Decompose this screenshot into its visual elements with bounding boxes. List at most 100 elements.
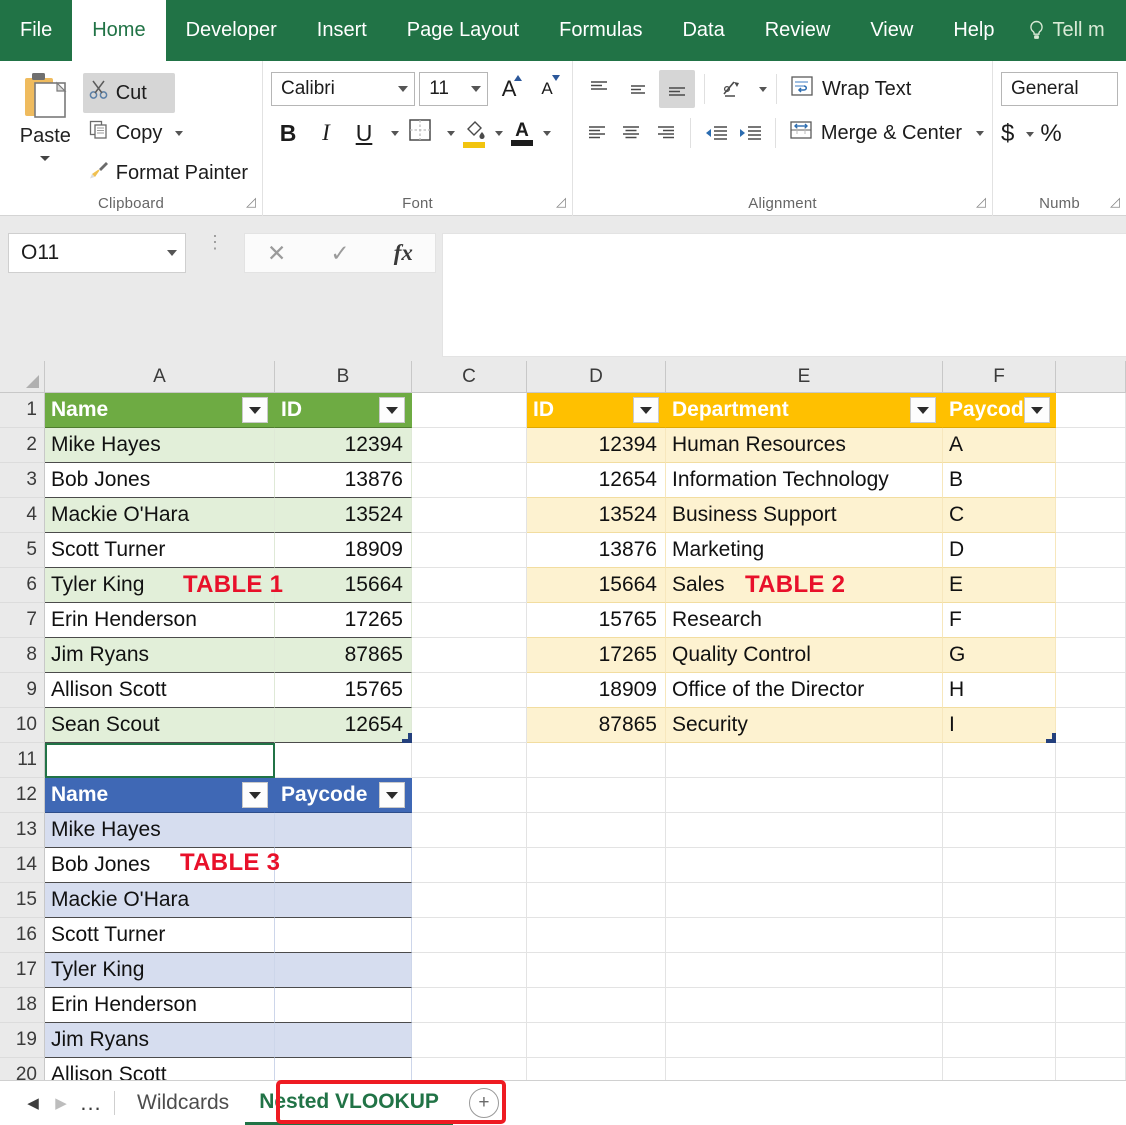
cell-C10[interactable] — [412, 708, 527, 743]
cell-G1[interactable] — [1056, 393, 1126, 428]
cell-D9[interactable]: 18909 — [527, 673, 666, 708]
row-header-4[interactable]: 4 — [0, 498, 45, 533]
cell-E5[interactable]: Marketing — [666, 533, 943, 568]
cell-D1[interactable]: ID — [527, 393, 666, 428]
filter-dropdown-button[interactable] — [633, 397, 659, 423]
cell-D17[interactable] — [527, 953, 666, 988]
italic-button[interactable]: I — [309, 114, 343, 152]
cell-D3[interactable]: 12654 — [527, 463, 666, 498]
cell-A16[interactable]: Scott Turner — [45, 918, 275, 953]
font-color-button[interactable]: A — [507, 115, 551, 151]
cell-C2[interactable] — [412, 428, 527, 463]
cell-F3[interactable]: B — [943, 463, 1056, 498]
cell-D4[interactable]: 13524 — [527, 498, 666, 533]
orientation-dropdown-icon[interactable] — [759, 86, 767, 92]
paste-button[interactable]: Paste — [8, 67, 83, 216]
merge-center-button[interactable]: Merge & Center — [785, 118, 985, 148]
filter-dropdown-button[interactable] — [379, 782, 405, 808]
ribbon-tab-file[interactable]: File — [0, 0, 72, 61]
cell-B9[interactable]: 15765 — [275, 673, 412, 708]
paste-dropdown-icon[interactable] — [40, 156, 51, 161]
cell-B1[interactable]: ID — [275, 393, 412, 428]
cell-C15[interactable] — [412, 883, 527, 918]
cell-A9[interactable]: Allison Scott — [45, 673, 275, 708]
cell-A8[interactable]: Jim Ryans — [45, 638, 275, 673]
align-right-button[interactable] — [650, 114, 681, 152]
merge-center-dropdown-icon[interactable] — [976, 130, 985, 136]
row-header-16[interactable]: 16 — [0, 918, 45, 953]
cell-B15[interactable] — [275, 883, 412, 918]
cell-A10[interactable]: Sean Scout — [45, 708, 275, 743]
cell-A13[interactable]: Mike Hayes — [45, 813, 275, 848]
ribbon-tab-formulas[interactable]: Formulas — [539, 0, 662, 61]
cell-D5[interactable]: 13876 — [527, 533, 666, 568]
underline-dropdown-icon[interactable] — [391, 130, 399, 136]
cell-G19[interactable] — [1056, 1023, 1126, 1058]
ribbon-tab-developer[interactable]: Developer — [166, 0, 297, 61]
cell-D15[interactable] — [527, 883, 666, 918]
table1-resize-handle[interactable] — [402, 733, 412, 743]
borders-dropdown-icon[interactable] — [447, 130, 455, 136]
align-bottom-button[interactable] — [659, 70, 695, 108]
cell-B11[interactable] — [275, 743, 412, 778]
cell-G2[interactable] — [1056, 428, 1126, 463]
row-header-17[interactable]: 17 — [0, 953, 45, 988]
cell-D12[interactable] — [527, 778, 666, 813]
font-dialog-launcher-icon[interactable]: ◿ — [556, 194, 566, 210]
previous-sheet-icon[interactable]: ◀ — [20, 1088, 46, 1118]
cell-F4[interactable]: C — [943, 498, 1056, 533]
font-color-dropdown-icon[interactable] — [543, 130, 551, 136]
filter-dropdown-button[interactable] — [910, 397, 936, 423]
cell-E13[interactable] — [666, 813, 943, 848]
cell-G11[interactable] — [1056, 743, 1126, 778]
cell-C11[interactable] — [412, 743, 527, 778]
filter-dropdown-button[interactable] — [242, 782, 268, 808]
cell-E12[interactable] — [666, 778, 943, 813]
cell-A6[interactable]: Tyler King — [45, 568, 275, 603]
row-header-14[interactable]: 14 — [0, 848, 45, 883]
row-header-12[interactable]: 12 — [0, 778, 45, 813]
cell-C13[interactable] — [412, 813, 527, 848]
cell-F8[interactable]: G — [943, 638, 1056, 673]
cell-F10[interactable]: I — [943, 708, 1056, 743]
cell-E10[interactable]: Security — [666, 708, 943, 743]
orientation-button[interactable] — [714, 70, 750, 108]
fill-color-button[interactable] — [459, 115, 503, 151]
cell-D6[interactable]: 15664 — [527, 568, 666, 603]
underline-button[interactable]: U — [347, 114, 381, 152]
cell-F12[interactable] — [943, 778, 1056, 813]
number-format-select[interactable]: General — [1001, 72, 1118, 106]
cell-B16[interactable] — [275, 918, 412, 953]
cell-A7[interactable]: Erin Henderson — [45, 603, 275, 638]
ribbon-tab-data[interactable]: Data — [662, 0, 744, 61]
cell-F14[interactable] — [943, 848, 1056, 883]
insert-function-icon[interactable]: fx — [394, 240, 413, 266]
row-header-2[interactable]: 2 — [0, 428, 45, 463]
select-all-corner[interactable] — [0, 361, 45, 393]
cell-D19[interactable] — [527, 1023, 666, 1058]
add-sheet-button[interactable]: + — [468, 1088, 499, 1118]
format-painter-button[interactable]: Format Painter — [83, 153, 254, 193]
cell-F16[interactable] — [943, 918, 1056, 953]
column-header-c[interactable]: C — [412, 361, 527, 393]
percent-format-button[interactable]: % — [1040, 120, 1061, 148]
cell-G16[interactable] — [1056, 918, 1126, 953]
cell-D11[interactable] — [527, 743, 666, 778]
cell-A14[interactable]: Bob Jones — [45, 848, 275, 883]
cell-C14[interactable] — [412, 848, 527, 883]
row-header-3[interactable]: 3 — [0, 463, 45, 498]
cut-button[interactable]: Cut — [82, 73, 175, 113]
tell-me-search[interactable]: Tell m — [1014, 0, 1124, 61]
row-header-19[interactable]: 19 — [0, 1023, 45, 1058]
cell-E7[interactable]: Research — [666, 603, 943, 638]
chevron-down-icon[interactable] — [167, 250, 177, 256]
cell-E9[interactable]: Office of the Director — [666, 673, 943, 708]
cell-G15[interactable] — [1056, 883, 1126, 918]
cell-E15[interactable] — [666, 883, 943, 918]
cell-B12[interactable]: Paycode — [275, 778, 412, 813]
number-dialog-launcher-icon[interactable]: ◿ — [1110, 194, 1120, 210]
cell-G8[interactable] — [1056, 638, 1126, 673]
cell-A18[interactable]: Erin Henderson — [45, 988, 275, 1023]
cell-F2[interactable]: A — [943, 428, 1056, 463]
filter-dropdown-button[interactable] — [242, 397, 268, 423]
